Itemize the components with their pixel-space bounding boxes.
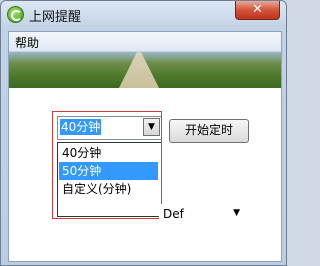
menu-help[interactable]: 帮助 bbox=[15, 34, 39, 51]
title-bar[interactable]: 上网提醒 ✕ bbox=[1, 1, 286, 27]
chevron-down-icon[interactable]: ▼ bbox=[233, 208, 240, 218]
close-icon: ✕ bbox=[252, 2, 263, 17]
window-title: 上网提醒 bbox=[29, 10, 82, 25]
close-button[interactable]: ✕ bbox=[235, 1, 280, 20]
dropdown-selected-value: 40分钟 bbox=[60, 119, 102, 135]
menu-bar: 帮助 bbox=[9, 32, 281, 52]
secondary-combo[interactable]: Def ▼ bbox=[159, 204, 246, 224]
dropdown-option-50[interactable]: 50分钟 bbox=[59, 162, 158, 180]
secondary-combo-value: Def bbox=[163, 207, 184, 221]
interval-dropdown[interactable]: 40分钟 ▼ bbox=[57, 116, 162, 140]
banner-image bbox=[9, 52, 281, 88]
chevron-down-icon[interactable]: ▼ bbox=[143, 118, 160, 136]
start-timer-button[interactable]: 开始定时 bbox=[169, 119, 249, 143]
banner-road bbox=[119, 52, 159, 88]
app-window: 上网提醒 ✕ 帮助 40分钟 ▼ 40分钟 50分钟 自定义(分钟) 开始定时 … bbox=[0, 0, 287, 266]
refresh-icon bbox=[7, 6, 24, 23]
client-area: 帮助 40分钟 ▼ 40分钟 50分钟 自定义(分钟) 开始定时 Def ▼ bbox=[8, 31, 282, 262]
dropdown-option-40[interactable]: 40分钟 bbox=[59, 144, 158, 162]
dropdown-list: 40分钟 50分钟 自定义(分钟) bbox=[57, 142, 162, 217]
dropdown-option-custom[interactable]: 自定义(分钟) bbox=[59, 180, 158, 198]
